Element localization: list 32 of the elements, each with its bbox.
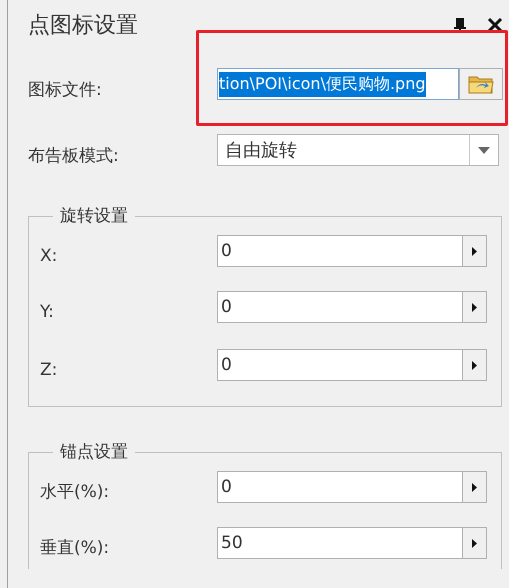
dropdown-value: 自由旋转 [224, 139, 298, 162]
right-arrow-icon[interactable] [472, 538, 477, 548]
number-field[interactable]: 0 [217, 471, 463, 503]
browse-button[interactable] [459, 68, 503, 100]
panel-title: 点图标设置 [28, 12, 138, 40]
spin-button[interactable] [463, 471, 487, 503]
right-arrow-icon[interactable] [472, 482, 477, 492]
group-title: 锚点设置 [59, 442, 129, 462]
close-icon[interactable] [488, 18, 502, 32]
field-label: 图标文件: [28, 80, 103, 100]
mode-dropdown[interactable]: 自由旋转 [217, 134, 499, 166]
pin-icon[interactable] [454, 18, 466, 32]
dropdown-arrow-icon[interactable] [478, 146, 490, 154]
number-field[interactable]: 0 [217, 235, 463, 267]
spin-button[interactable] [463, 291, 487, 323]
right-arrow-icon[interactable] [472, 360, 477, 370]
field-label: Z: [40, 360, 58, 380]
spin-button[interactable] [463, 349, 487, 381]
right-arrow-icon[interactable] [472, 246, 477, 256]
field-label: Y: [40, 302, 55, 322]
file-path-field[interactable]: tion\POI\icon\便民购物.png [217, 68, 459, 100]
spin-button[interactable] [463, 235, 487, 267]
field-label: 水平(%): [40, 482, 110, 502]
field-label: X: [40, 246, 58, 266]
number-field[interactable]: 0 [217, 291, 463, 323]
number-field[interactable]: 0 [217, 349, 463, 381]
right-arrow-icon[interactable] [472, 302, 477, 312]
field-label: 垂直(%): [40, 538, 110, 558]
spin-button[interactable] [463, 527, 487, 559]
group-title: 旋转设置 [59, 206, 129, 226]
field-label: 布告板模式: [28, 146, 120, 166]
number-field[interactable]: 50 [217, 527, 463, 559]
